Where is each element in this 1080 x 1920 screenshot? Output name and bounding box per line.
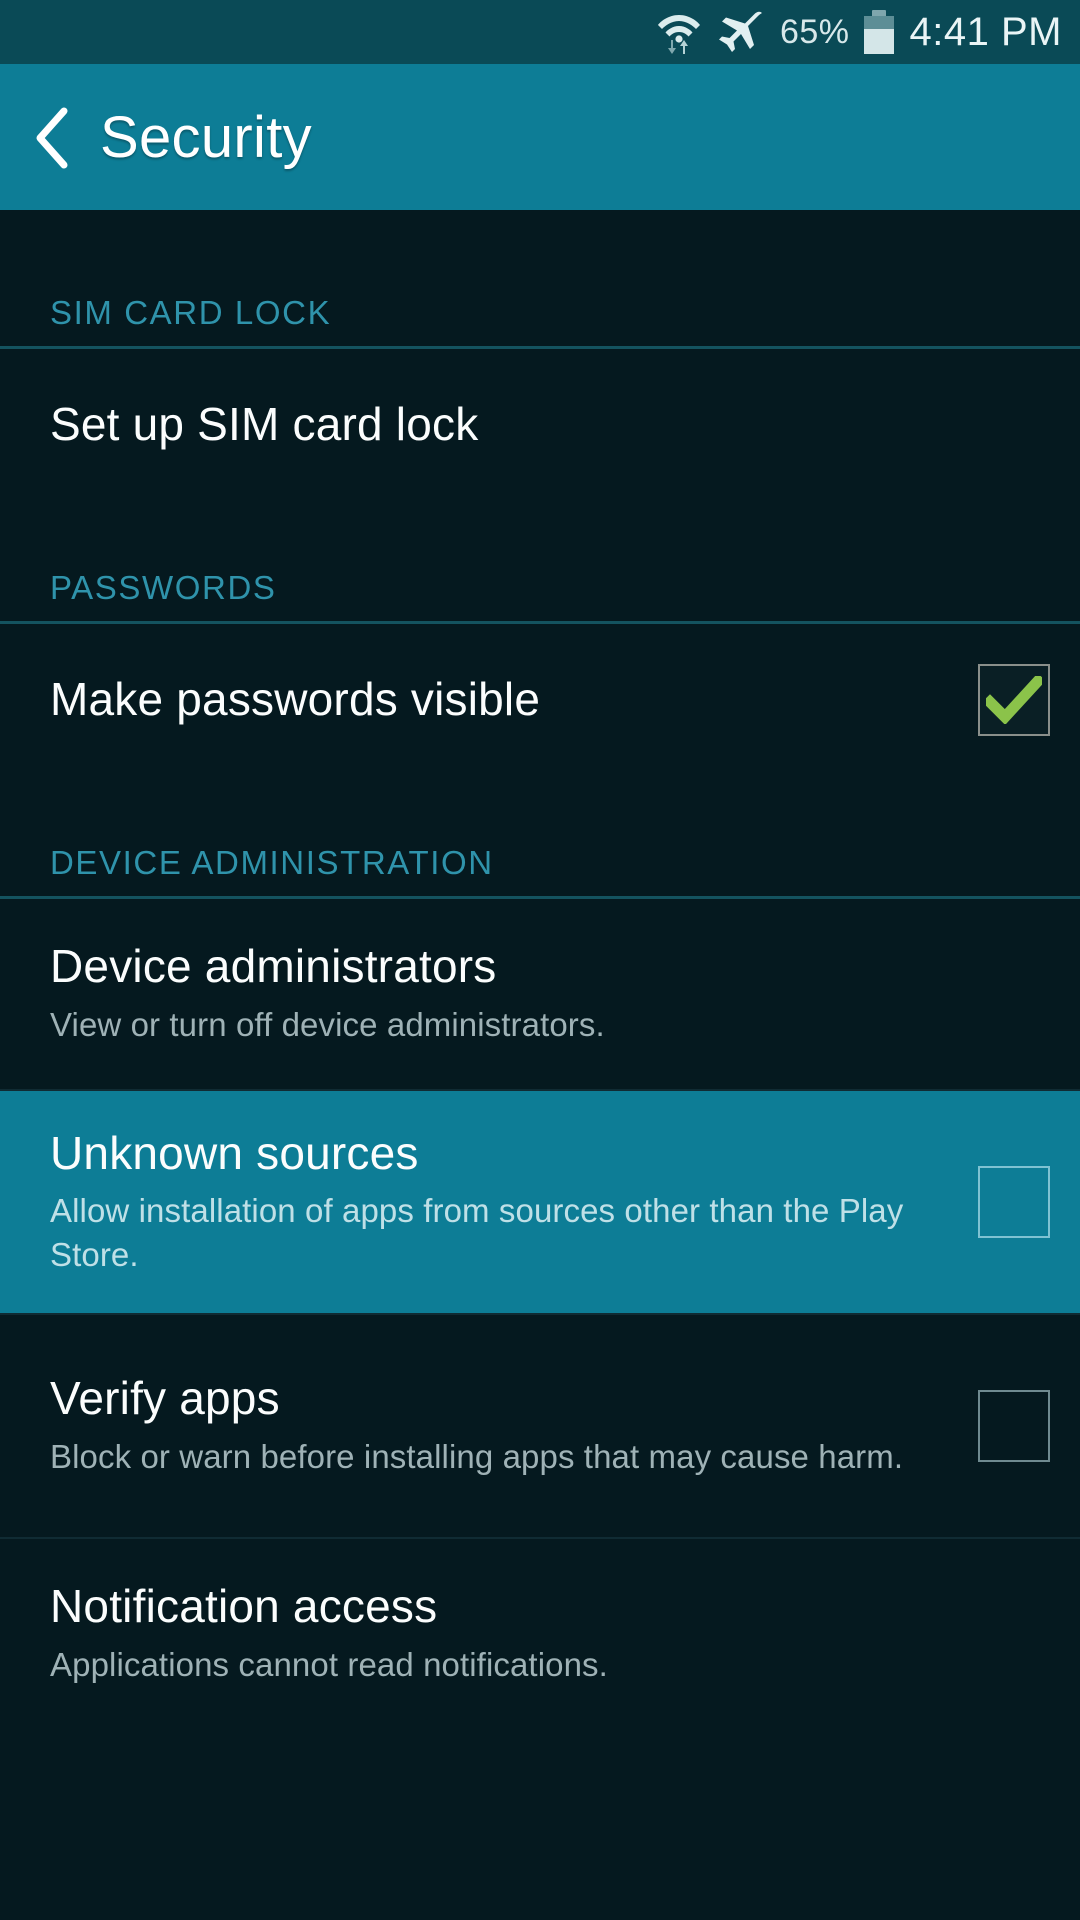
list-item-device-administrators[interactable]: Device administrators View or turn off d… bbox=[0, 899, 1080, 1089]
list-item-subtitle: View or turn off device administrators. bbox=[50, 1005, 605, 1043]
clipped-list-item[interactable]: Encrypt external SD card bbox=[0, 210, 1080, 226]
list-item-unknown-sources[interactable]: Unknown sources Allow installation of ap… bbox=[0, 1091, 1080, 1313]
section-header-passwords: PASSWORDS bbox=[50, 569, 277, 606]
list-item-subtitle: Applications cannot read notifications. bbox=[50, 1645, 608, 1683]
settings-list[interactable]: Encrypt external SD card SIM CARD LOCK S… bbox=[0, 210, 1080, 1920]
list-item-subtitle: Block or warn before installing apps tha… bbox=[50, 1437, 904, 1475]
list-item-title: Verify apps bbox=[50, 1372, 280, 1425]
list-item-notification-access[interactable]: Notification access Applications cannot … bbox=[0, 1539, 1080, 1729]
battery-percent-label: 65% bbox=[779, 12, 850, 51]
list-item-title: Make passwords visible bbox=[50, 673, 541, 726]
list-item-title: Set up SIM card lock bbox=[50, 398, 479, 451]
airplane-mode-icon bbox=[716, 9, 766, 55]
list-item-title: Notification access bbox=[50, 1580, 438, 1633]
section-header-sim-card-lock: SIM CARD LOCK bbox=[50, 294, 332, 331]
list-item-verify-apps[interactable]: Verify apps Block or warn before install… bbox=[0, 1315, 1080, 1537]
section-header-device-administration: DEVICE ADMINISTRATION bbox=[50, 844, 494, 881]
action-bar: Security bbox=[0, 64, 1080, 210]
list-item-title: Unknown sources bbox=[50, 1126, 419, 1179]
clock-label: 4:41 PM bbox=[909, 9, 1062, 54]
list-item-make-passwords-visible[interactable]: Make passwords visible bbox=[0, 624, 1080, 776]
unknown-sources-checkbox[interactable] bbox=[978, 1166, 1050, 1238]
back-chevron-icon[interactable] bbox=[30, 107, 74, 169]
verify-apps-checkbox[interactable] bbox=[978, 1390, 1050, 1462]
battery-icon bbox=[863, 10, 894, 54]
page-title: Security bbox=[100, 104, 312, 170]
list-item-title: Device administrators bbox=[50, 940, 497, 993]
checkmark-icon bbox=[986, 676, 1042, 724]
list-item-subtitle: Allow installation of apps from sources … bbox=[50, 1192, 904, 1273]
list-item-set-up-sim-card-lock[interactable]: Set up SIM card lock bbox=[0, 349, 1080, 501]
make-passwords-visible-checkbox[interactable] bbox=[978, 664, 1050, 736]
status-bar: 65% 4:41 PM bbox=[0, 0, 1080, 64]
wifi-signal-with-data-arrows-icon bbox=[656, 9, 702, 55]
